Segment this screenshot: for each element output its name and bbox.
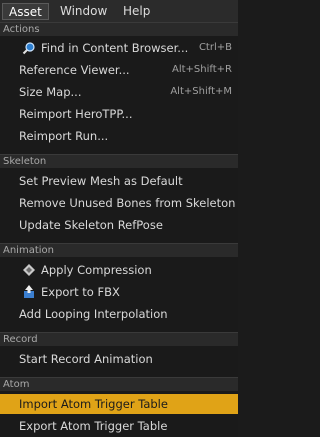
menu-item-label: Export Atom Trigger Table <box>19 419 168 433</box>
menu-item-find-in-content-browser[interactable]: Find in Content Browser... Ctrl+B <box>0 38 238 58</box>
section-skeleton-header: Skeleton <box>0 154 238 168</box>
menu-item-label: Apply Compression <box>41 263 152 277</box>
menu-item-remove-unused-bones[interactable]: Remove Unused Bones from Skeleton <box>0 193 238 213</box>
menu-item-label: Set Preview Mesh as Default <box>19 174 183 188</box>
menu-item-label: Reimport Run... <box>19 129 109 143</box>
menu-item-label: Remove Unused Bones from Skeleton <box>19 196 236 210</box>
menu-item-export-atom-trigger-table[interactable]: Export Atom Trigger Table <box>0 416 238 436</box>
shortcut-label: Alt+Shift+R <box>172 64 232 75</box>
menu-item-label: Reimport HeroTPP... <box>19 107 133 121</box>
menu-item-label: Reference Viewer... <box>19 63 130 77</box>
shortcut-label: Ctrl+B <box>198 42 232 53</box>
menu-item-set-preview-mesh[interactable]: Set Preview Mesh as Default <box>0 171 238 191</box>
shortcut-label: Alt+Shift+M <box>170 86 232 97</box>
asset-dropdown-menu: Actions Find in Content Browser... Ctrl+… <box>0 22 238 437</box>
menu-item-export-to-fbx[interactable]: Export to FBX <box>0 282 238 302</box>
menu-item-reimport-herotpp[interactable]: Reimport HeroTPP... <box>0 104 238 124</box>
menu-item-label: Import Atom Trigger Table <box>19 397 168 411</box>
menu-item-add-looping-interpolation[interactable]: Add Looping Interpolation <box>0 304 238 324</box>
menu-item-update-skeleton-refpose[interactable]: Update Skeleton RefPose <box>0 215 238 235</box>
menu-item-start-record-animation[interactable]: Start Record Animation <box>0 349 238 369</box>
search-icon <box>22 41 36 55</box>
menu-item-reference-viewer[interactable]: Reference Viewer... Alt+Shift+R <box>0 60 238 80</box>
menu-asset[interactable]: Asset <box>2 3 49 20</box>
menu-item-label: Start Record Animation <box>19 352 153 366</box>
menu-item-label: Find in Content Browser... <box>41 41 189 55</box>
section-animation-header: Animation <box>0 243 238 257</box>
menu-item-label: Update Skeleton RefPose <box>19 218 163 232</box>
menu-item-size-map[interactable]: Size Map... Alt+Shift+M <box>0 82 238 102</box>
export-icon <box>22 285 36 299</box>
section-actions-header: Actions <box>0 22 238 36</box>
menu-item-label: Size Map... <box>19 85 82 99</box>
menu-item-label: Add Looping Interpolation <box>19 307 168 321</box>
menu-item-import-atom-trigger-table[interactable]: Import Atom Trigger Table <box>0 394 238 414</box>
menu-item-reimport-run[interactable]: Reimport Run... <box>0 126 238 146</box>
menu-item-label: Export to FBX <box>41 285 120 299</box>
menu-help[interactable]: Help <box>117 3 157 20</box>
menu-item-apply-compression[interactable]: Apply Compression <box>0 260 238 280</box>
menu-window[interactable]: Window <box>54 3 108 20</box>
section-atom-header: Atom <box>0 377 238 391</box>
compress-icon <box>22 263 36 277</box>
menu-bar: Asset Window Help <box>0 0 238 23</box>
section-record-header: Record <box>0 332 238 346</box>
